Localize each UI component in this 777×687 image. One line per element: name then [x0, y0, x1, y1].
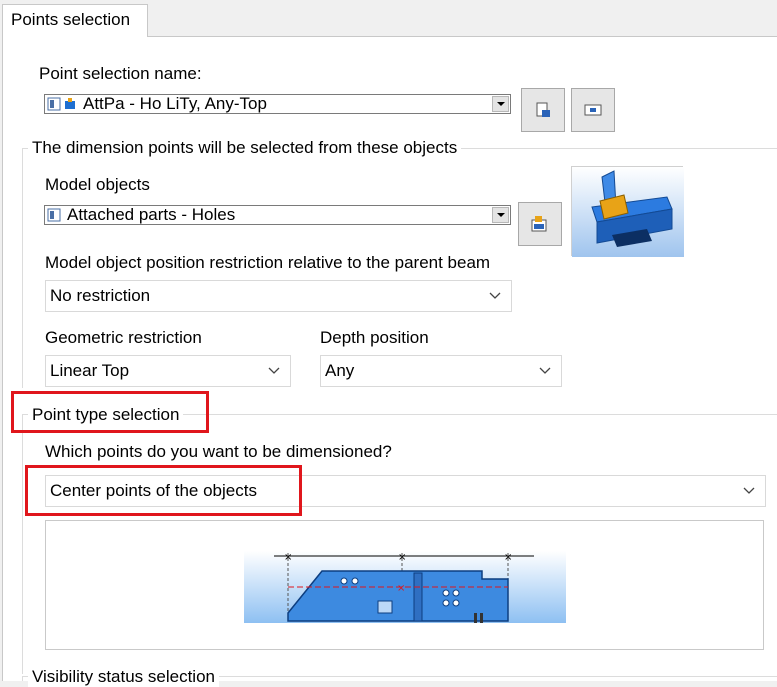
- which-points-question: Which points do you want to be dimension…: [45, 442, 392, 461]
- pick-objects-icon: [531, 216, 547, 232]
- geometric-label: Geometric restriction: [45, 328, 202, 347]
- model-objects-dropdown[interactable]: Attached parts - Holes: [44, 205, 511, 225]
- restriction-value: No restriction: [50, 286, 151, 305]
- highlight-box-point-type: [11, 391, 209, 433]
- highlight-box-point-type-value: [25, 465, 302, 516]
- item-icon: [47, 97, 61, 111]
- geometric-dropdown[interactable]: Linear Top: [45, 355, 291, 387]
- edit-selection-button[interactable]: [571, 88, 615, 132]
- window-icon: [584, 104, 602, 116]
- tab-label: Points selection: [11, 10, 131, 29]
- point-type-preview: × × × ×: [45, 520, 764, 650]
- chevron-down-icon: [268, 367, 280, 374]
- center-points-diagram: × × × ×: [244, 551, 566, 623]
- svg-text:×: ×: [504, 552, 512, 563]
- model-objects-illustration: [571, 166, 684, 257]
- restriction-label: Model object position restriction relati…: [45, 253, 491, 272]
- point-selection-label: Point selection name:: [39, 64, 202, 83]
- geometric-value: Linear Top: [50, 361, 130, 380]
- depth-dropdown[interactable]: Any: [320, 355, 562, 387]
- dropdown-arrow-icon[interactable]: [492, 207, 509, 223]
- depth-value: Any: [325, 361, 355, 380]
- chevron-down-icon: [743, 487, 755, 494]
- svg-text:×: ×: [284, 552, 292, 563]
- tab-points-selection[interactable]: Points selection: [2, 4, 148, 37]
- beam-attached-part-image: [572, 167, 684, 257]
- visibility-group-title: Visibility status selection: [28, 667, 219, 687]
- restriction-dropdown[interactable]: No restriction: [45, 280, 512, 312]
- document-icon: [536, 102, 550, 117]
- model-objects-label: Model objects: [45, 175, 150, 194]
- depth-label: Depth position: [320, 328, 429, 347]
- pick-model-objects-button[interactable]: [518, 202, 562, 246]
- open-selection-button[interactable]: [521, 88, 565, 132]
- point-selection-dropdown[interactable]: AttPa - Ho LiTy, Any-Top: [44, 94, 511, 114]
- chevron-down-icon: [539, 367, 551, 374]
- dropdown-arrow-icon[interactable]: [492, 96, 509, 112]
- svg-text:×: ×: [397, 583, 405, 594]
- svg-text:×: ×: [398, 552, 406, 563]
- part-icon: [65, 98, 75, 109]
- objects-group-title: The dimension points will be selected fr…: [28, 138, 462, 158]
- point-selection-value: AttPa - Ho LiTy, Any-Top: [83, 94, 267, 113]
- model-objects-value: Attached parts - Holes: [67, 205, 236, 224]
- chevron-down-icon: [489, 292, 501, 299]
- item-icon: [47, 208, 61, 222]
